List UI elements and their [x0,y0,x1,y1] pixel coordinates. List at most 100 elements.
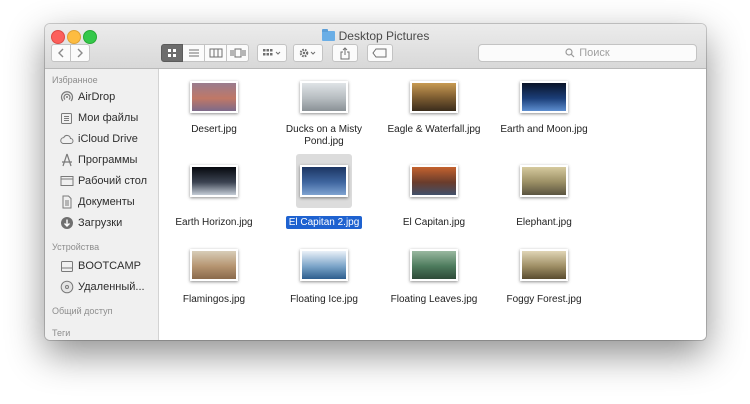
sidebar-header-tags: Теги [52,328,71,338]
search-icon [565,48,575,58]
file-name: Ducks on a Misty Pond.jpg [269,124,379,148]
remote-disc-icon [59,280,74,294]
action-button[interactable] [293,44,323,62]
icon-view-button[interactable] [161,44,183,62]
list-view-button[interactable] [183,44,205,62]
file-name-text: Ducks on a Misty Pond.jpg [285,124,363,147]
search-field[interactable]: Поиск [478,44,697,62]
list-view-icon [188,49,199,57]
sidebar-item-label: Загрузки [78,217,123,229]
file-thumbnail [190,81,238,113]
thumbnail-container [516,77,572,117]
thumbnail-container [406,161,462,201]
file-item[interactable]: Foggy Forest.jpg [489,245,599,325]
sidebar-item-label: Программы [78,154,138,166]
file-name: Desert.jpg [159,124,269,136]
airdrop-icon [59,90,74,104]
file-name-text: El Capitan 2.jpg [285,216,363,229]
thumbnail-container [186,161,242,201]
sidebar-item-label: iCloud Drive [78,133,138,145]
sidebar-item-downloads[interactable]: Загрузки [59,215,122,231]
title-bar: Desktop Pictures Поиск [45,24,706,69]
file-thumbnail [410,81,458,113]
file-name-text: Elephant.jpg [516,217,572,228]
action-gear-icon [299,48,316,58]
file-grid: Desert.jpg Ducks on a Misty Pond.jpg Eagle… [159,69,706,340]
thumbnail-container [406,77,462,117]
file-thumbnail [520,249,568,281]
sidebar-item-all-files[interactable]: Мои файлы [59,110,138,126]
cover-flow-view-icon [230,48,245,58]
file-name-text: Floating Ice.jpg [290,294,358,305]
sidebar-item-desktop[interactable]: Рабочий стол [59,173,147,189]
file-name-text: Earth and Moon.jpg [500,124,588,135]
sidebar-item-label: AirDrop [78,91,116,103]
share-icon [340,46,350,59]
desktop-icon [59,174,74,188]
sidebar-header-favorites: Избранное [52,75,98,85]
sidebar-item-airdrop[interactable]: AirDrop [59,89,115,105]
file-item[interactable]: Earth and Moon.jpg [489,77,599,157]
window-title-container: Desktop Pictures [45,28,706,44]
sidebar-item-bootcamp[interactable]: BOOTCAMP [59,258,141,274]
sidebar-item-icloud-drive[interactable]: iCloud Drive [59,131,138,147]
share-button[interactable] [332,44,358,62]
file-thumbnail [190,165,238,197]
file-item[interactable]: Eagle & Waterfall.jpg [379,77,489,157]
file-name: Earth Horizon.jpg [159,217,269,229]
file-name: Earth and Moon.jpg [489,124,599,136]
file-name: Elephant.jpg [489,217,599,229]
sidebar-item-label: Рабочий стол [78,175,148,187]
column-view-button[interactable] [205,44,227,62]
finder-window: Desktop Pictures Поиск Избранное AirDrop… [45,24,706,340]
thumbnail-container [296,245,352,285]
file-name-text: Flamingos.jpg [182,294,246,305]
file-item[interactable]: Flamingos.jpg [159,245,269,325]
sidebar-item-remote-disc[interactable]: Удаленный... [59,279,145,295]
file-item[interactable]: Elephant.jpg [489,161,599,241]
forward-button[interactable] [70,44,90,62]
file-name-text: Earth Horizon.jpg [175,217,253,228]
file-name-text: Foggy Forest.jpg [506,294,582,305]
arrange-icon [263,49,281,56]
file-item[interactable]: Floating Ice.jpg [269,245,379,325]
file-item[interactable]: Ducks on a Misty Pond.jpg [269,77,379,157]
thumbnail-container [516,161,572,201]
file-name: Flamingos.jpg [159,294,269,306]
file-thumbnail [300,249,348,281]
back-icon [58,48,64,58]
cover-flow-view-button[interactable] [227,44,249,62]
file-item[interactable]: El Capitan 2.jpg [269,154,379,241]
thumbnail-container [296,154,352,208]
file-name-text: El Capitan.jpg [402,217,466,228]
sidebar: Избранное AirDrop Мои файлы iCloud Drive… [45,69,159,340]
sidebar-item-documents[interactable]: Документы [59,194,135,210]
file-name: El Capitan.jpg [379,217,489,229]
tags-button[interactable] [367,44,393,62]
file-item[interactable]: Earth Horizon.jpg [159,161,269,241]
thumbnail-container [186,77,242,117]
arrange-button[interactable] [257,44,287,62]
thumbnail-container [296,77,352,117]
file-thumbnail [520,165,568,197]
back-button[interactable] [51,44,71,62]
file-thumbnail [410,249,458,281]
file-item[interactable]: Floating Leaves.jpg [379,245,489,325]
file-thumbnail [410,165,458,197]
documents-icon [59,195,74,209]
thumbnail-container [186,245,242,285]
sidebar-item-applications[interactable]: Программы [59,152,137,168]
all-files-icon [59,111,74,125]
file-name: El Capitan 2.jpg [269,216,379,229]
folder-icon [321,29,335,41]
sidebar-item-label: Удаленный... [78,281,145,293]
file-item[interactable]: Desert.jpg [159,77,269,157]
sidebar-header-shared: Общий доступ [52,306,113,316]
file-item[interactable]: El Capitan.jpg [379,161,489,241]
file-name: Floating Leaves.jpg [379,294,489,306]
sidebar-item-label: Мои файлы [78,112,139,124]
thumbnail-container [516,245,572,285]
tag-icon [372,48,387,58]
file-name-text: Floating Leaves.jpg [390,294,478,305]
file-name: Floating Ice.jpg [269,294,379,306]
